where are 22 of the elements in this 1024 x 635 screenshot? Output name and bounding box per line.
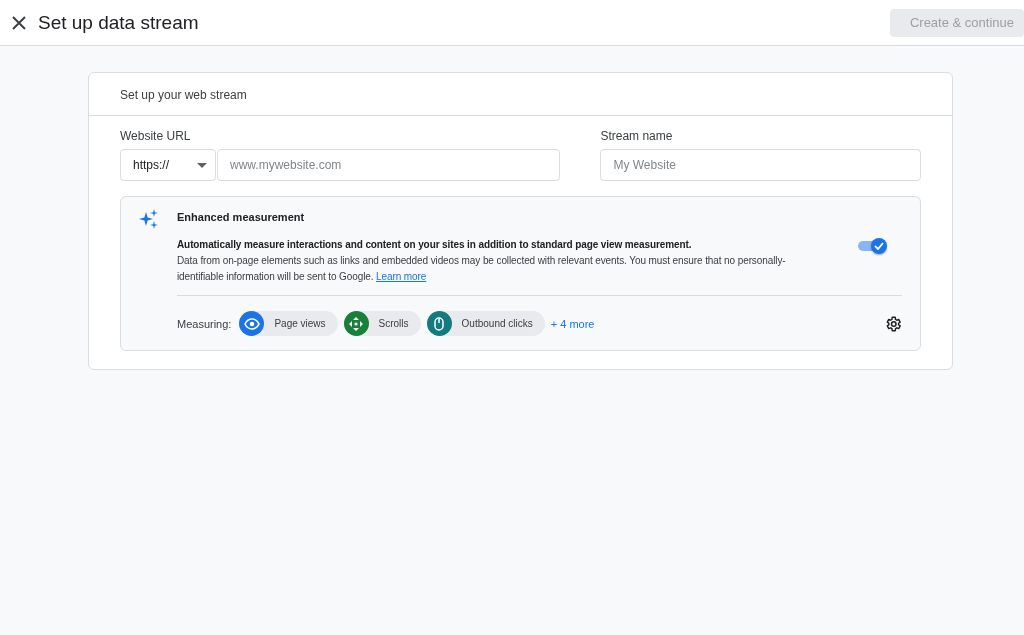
section-title: Enhanced measurement bbox=[177, 211, 306, 223]
toggle-switch[interactable] bbox=[858, 237, 888, 255]
summary-text: Automatically measure interactions and content on your sites in addition to standard page view measurement. bbox=[177, 238, 693, 252]
settings-icon[interactable] bbox=[884, 314, 902, 333]
field-label: Stream name bbox=[600, 129, 674, 143]
stream-name-input[interactable]: My Website bbox=[600, 149, 921, 181]
check-icon bbox=[874, 242, 884, 250]
close-icon[interactable] bbox=[12, 15, 26, 30]
event-chip: Outbound clicks bbox=[426, 311, 545, 336]
card-title: Set up your web stream bbox=[89, 73, 952, 116]
protocol-dropdown[interactable]: https:// bbox=[120, 149, 216, 181]
measuring-label: Measuring: bbox=[177, 317, 232, 330]
field-label: Website URL bbox=[120, 129, 192, 143]
details-text: Data from on-page elements such as links and embedded videos may be collected with relevant events. You must ensure that no personally-identifiable information will be sent to Google. Learn more bbox=[177, 254, 787, 284]
event-chip: Scrolls bbox=[343, 311, 421, 336]
learn-more-link[interactable]: Learn more bbox=[376, 271, 427, 282]
event-chip: Page views bbox=[239, 311, 338, 336]
sparkle-icon bbox=[139, 209, 159, 229]
caret-icon bbox=[197, 162, 207, 168]
url-input[interactable]: www.mywebsite.com bbox=[217, 149, 561, 181]
page-title: Set up data stream bbox=[38, 11, 199, 34]
more-link[interactable]: + 4 more bbox=[550, 317, 595, 330]
